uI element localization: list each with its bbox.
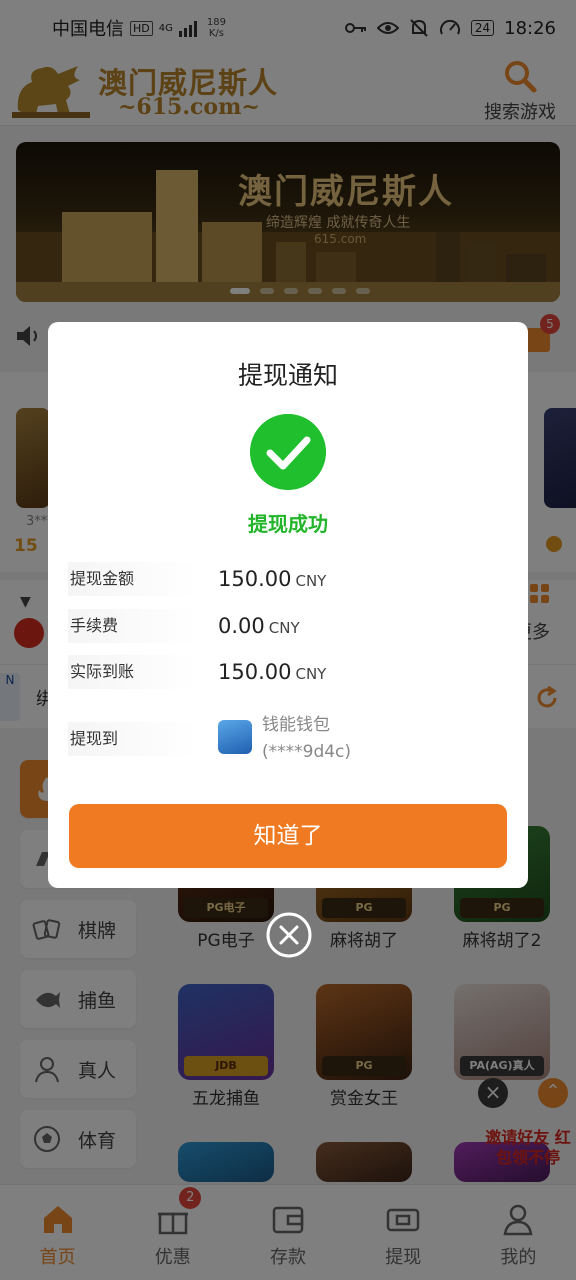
received-number: 150.00 <box>218 660 292 684</box>
fee-number: 0.00 <box>218 614 265 638</box>
success-status: 提现成功 <box>248 512 328 536</box>
received-row: 实际到账 150.00 CNY <box>68 655 508 689</box>
success-check-icon <box>250 414 326 490</box>
amount-currency: CNY <box>295 572 327 590</box>
close-icon[interactable] <box>266 912 312 958</box>
amount-value: 150.00 CNY <box>218 562 326 596</box>
amount-row: 提现金额 150.00 CNY <box>68 562 508 596</box>
amount-number: 150.00 <box>218 567 292 591</box>
fee-currency: CNY <box>268 619 300 637</box>
received-currency: CNY <box>295 665 327 683</box>
received-label: 实际到账 <box>68 655 198 689</box>
received-value: 150.00 CNY <box>218 655 326 689</box>
acknowledge-button[interactable]: 知道了 <box>69 804 507 868</box>
wallet-name: 钱能钱包 <box>262 715 330 735</box>
dialog-title: 提现通知 <box>237 361 338 390</box>
wallet-app-icon <box>218 720 252 754</box>
destination-label: 提现到 <box>68 722 198 756</box>
wallet-account: (****9d4c) <box>262 742 352 762</box>
fee-label: 手续费 <box>68 609 198 643</box>
fee-row: 手续费 0.00 CNY <box>68 609 508 643</box>
withdraw-notice-dialog: 提现通知 提现成功 提现金额 150.00 CNY 手续费 0.00 CNY 实际到… <box>48 322 528 888</box>
fee-value: 0.00 CNY <box>218 609 300 643</box>
amount-label: 提现金额 <box>68 562 198 596</box>
